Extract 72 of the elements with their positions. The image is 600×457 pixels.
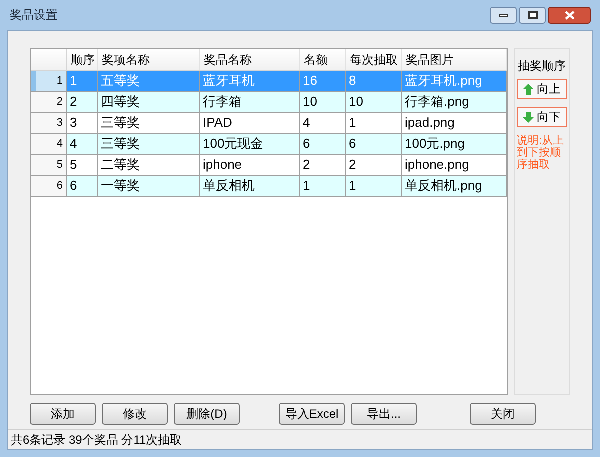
table-cell: 四等奖 xyxy=(98,92,200,112)
table-row[interactable]: 1 1 五等奖 蓝牙耳机 16 8 蓝牙耳机.png xyxy=(31,71,508,92)
table-cell: 10 xyxy=(346,92,402,112)
table-row[interactable]: 5 5 二等奖 iphone 2 2 iphone.png xyxy=(31,155,508,176)
up-arrow-icon xyxy=(523,84,534,94)
row-header: 4 xyxy=(31,134,67,154)
table-cell: 行李箱.png xyxy=(402,92,508,112)
table-cell: 三等奖 xyxy=(98,113,200,133)
order-note: 说明:从上到下按顺序抽取 xyxy=(517,135,566,171)
table-cell: 2 xyxy=(67,92,98,112)
row-header: 2 xyxy=(31,92,67,112)
group-title: 抽奖顺序 xyxy=(518,58,566,75)
table-row[interactable]: 2 2 四等奖 行李箱 10 10 行李箱.png xyxy=(31,92,508,113)
table-cell: 蓝牙耳机.png xyxy=(402,71,508,91)
down-arrow-icon xyxy=(523,112,534,122)
table-cell: 8 xyxy=(346,71,402,91)
table-row[interactable]: 6 6 一等奖 单反相机 1 1 单反相机.png xyxy=(31,176,508,197)
move-button[interactable]: 向上 xyxy=(517,79,568,99)
table-cell: iphone xyxy=(200,155,300,175)
table-cell: 一等奖 xyxy=(98,176,200,196)
table-cell: 单反相机.png xyxy=(402,176,508,196)
table-cell: 6 xyxy=(346,134,402,154)
table-cell: 1 xyxy=(300,176,346,196)
table-cell: 16 xyxy=(300,71,346,91)
table-cell: 4 xyxy=(300,113,346,133)
action-button[interactable]: 导出... xyxy=(351,403,417,425)
table-cell: 100元.png xyxy=(402,134,508,154)
table-cell: 行李箱 xyxy=(200,92,300,112)
table-cell: 五等奖 xyxy=(98,71,200,91)
table-cell: 1 xyxy=(346,176,402,196)
table-cell: 10 xyxy=(300,92,346,112)
table-cell: 1 xyxy=(346,113,402,133)
action-button[interactable]: 关闭 xyxy=(470,403,536,425)
move-button[interactable]: 向下 xyxy=(517,107,568,127)
row-header: 6 xyxy=(31,176,67,196)
row-header: 3 xyxy=(31,113,67,133)
close-button[interactable] xyxy=(548,6,591,24)
minimize-button[interactable] xyxy=(490,6,517,24)
close-icon xyxy=(564,10,574,20)
table-cell: 1 xyxy=(67,71,98,91)
table-cell: 3 xyxy=(67,113,98,133)
row-header: 5 xyxy=(31,155,67,175)
table-cell: iphone.png xyxy=(402,155,508,175)
table-cell: 5 xyxy=(67,155,98,175)
table-cell: 6 xyxy=(67,176,98,196)
action-button[interactable]: 修改 xyxy=(102,403,168,425)
window-title: 奖品设置 xyxy=(10,7,58,24)
column-header[interactable]: 奖品图片 xyxy=(402,49,508,70)
table-cell: 2 xyxy=(346,155,402,175)
table-cell: 100元现金 xyxy=(200,134,300,154)
table-cell: 6 xyxy=(300,134,346,154)
column-header[interactable]: 名额 xyxy=(300,49,346,70)
action-button[interactable]: 导入Excel xyxy=(279,403,345,425)
table-cell: 4 xyxy=(67,134,98,154)
table-cell: 单反相机 xyxy=(200,176,300,196)
table-cell: 2 xyxy=(300,155,346,175)
table-cell: 蓝牙耳机 xyxy=(200,71,300,91)
table-row[interactable]: 4 4 三等奖 100元现金 6 6 100元.png xyxy=(31,134,508,155)
status-text: 共6条记录 39个奖品 分11次抽取 xyxy=(11,432,182,448)
table-row[interactable]: 3 3 三等奖 IPAD 4 1 ipad.png xyxy=(31,113,508,134)
table-cell: 三等奖 xyxy=(98,134,200,154)
row-header: 1 xyxy=(31,71,67,91)
maximize-button[interactable] xyxy=(519,6,546,24)
action-button[interactable]: 添加 xyxy=(30,403,96,425)
table-cell: IPAD xyxy=(200,113,300,133)
table-cell: ipad.png xyxy=(402,113,508,133)
column-header[interactable]: 每次抽取 xyxy=(346,49,402,70)
table-cell: 二等奖 xyxy=(98,155,200,175)
column-header[interactable]: 奖品名称 xyxy=(200,49,300,70)
action-button[interactable]: 删除(D) xyxy=(174,403,240,425)
column-header[interactable]: 顺序 xyxy=(67,49,98,70)
column-header[interactable]: 奖项名称 xyxy=(98,49,200,70)
